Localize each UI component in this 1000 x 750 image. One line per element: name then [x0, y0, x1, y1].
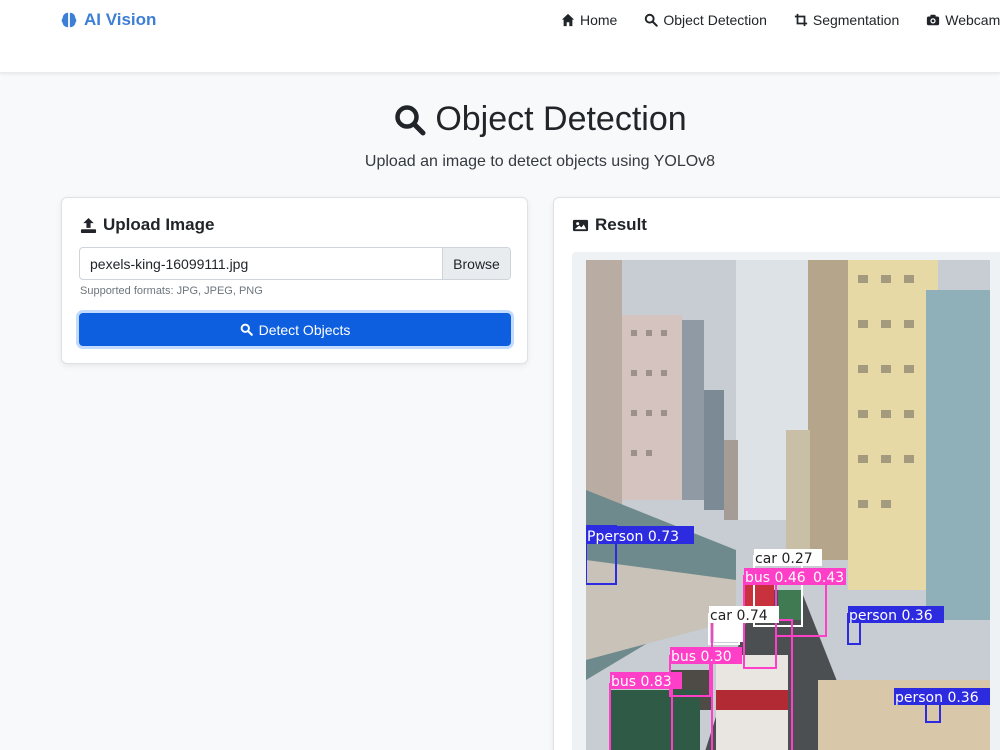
upload-card: Upload Image pexels-king-16099111.jpg Br…	[61, 197, 528, 364]
brand[interactable]: AI Vision	[60, 10, 156, 30]
page-title: Object Detection	[0, 100, 1000, 139]
detection-label: car 0.27	[755, 551, 813, 567]
detection-label: Pperson 0.73	[587, 529, 679, 545]
detect-objects-label: Detect Objects	[258, 321, 351, 338]
page-title-text: Object Detection	[435, 100, 687, 138]
upload-card-title: Upload Image	[80, 215, 214, 235]
page-subtitle: Upload an image to detect objects using …	[364, 153, 716, 170]
detection-label: person 0.36	[849, 608, 933, 624]
upload-icon	[80, 217, 97, 233]
result-card-title-text: Result	[595, 215, 647, 234]
nav-webcam[interactable]: Webcam	[926, 12, 1000, 28]
supported-formats-text: Supported formats: JPG, JPEG, PNG	[80, 285, 263, 297]
crop-icon	[794, 13, 807, 27]
upload-card-title-text: Upload Image	[103, 215, 215, 234]
brain-icon	[61, 12, 77, 28]
nav-menu: Home Object Detection Segmentation Webca…	[561, 12, 1000, 28]
result-card: Result Pperson 0.73 car 0.27 bus 0.46 0.…	[553, 197, 1000, 750]
image-icon	[572, 219, 589, 231]
detection-label: car 0.74	[710, 608, 768, 624]
nav-segmentation[interactable]: Segmentation	[794, 12, 899, 28]
home-icon	[561, 13, 575, 27]
detection-label: person 0.36	[895, 690, 979, 706]
nav-object-detection[interactable]: Object Detection	[644, 12, 767, 28]
nav-home[interactable]: Home	[561, 12, 617, 28]
file-name: pexels-king-16099111.jpg	[90, 256, 249, 272]
search-icon	[395, 104, 426, 135]
navbar: AI Vision Home Object Detection Segmenta…	[0, 0, 1000, 73]
nav-home-label: Home	[580, 12, 618, 28]
nav-segmentation-label: Segmentation	[812, 12, 900, 28]
detection-label: bus 0.83	[611, 674, 672, 690]
browse-button[interactable]: Browse	[442, 248, 510, 279]
search-icon	[240, 323, 253, 336]
detection-label: bus 0.46	[745, 570, 806, 586]
result-image: Pperson 0.73 car 0.27 bus 0.46 0.43 car …	[572, 252, 1000, 750]
nav-object-detection-label: Object Detection	[663, 12, 767, 28]
detect-objects-button[interactable]: Detect Objects	[79, 313, 511, 346]
file-input[interactable]: pexels-king-16099111.jpg Browse	[79, 247, 511, 280]
camera-icon	[927, 14, 940, 26]
detection-result-picture: Pperson 0.73 car 0.27 bus 0.46 0.43 car …	[586, 260, 990, 750]
brand-name: AI Vision	[84, 10, 157, 29]
detection-label: 0.43	[813, 570, 844, 586]
detection-label: bus 0.30	[671, 649, 732, 665]
result-card-title: Result	[572, 215, 647, 235]
nav-webcam-label: Webcam	[945, 12, 1000, 28]
search-icon	[645, 13, 659, 27]
